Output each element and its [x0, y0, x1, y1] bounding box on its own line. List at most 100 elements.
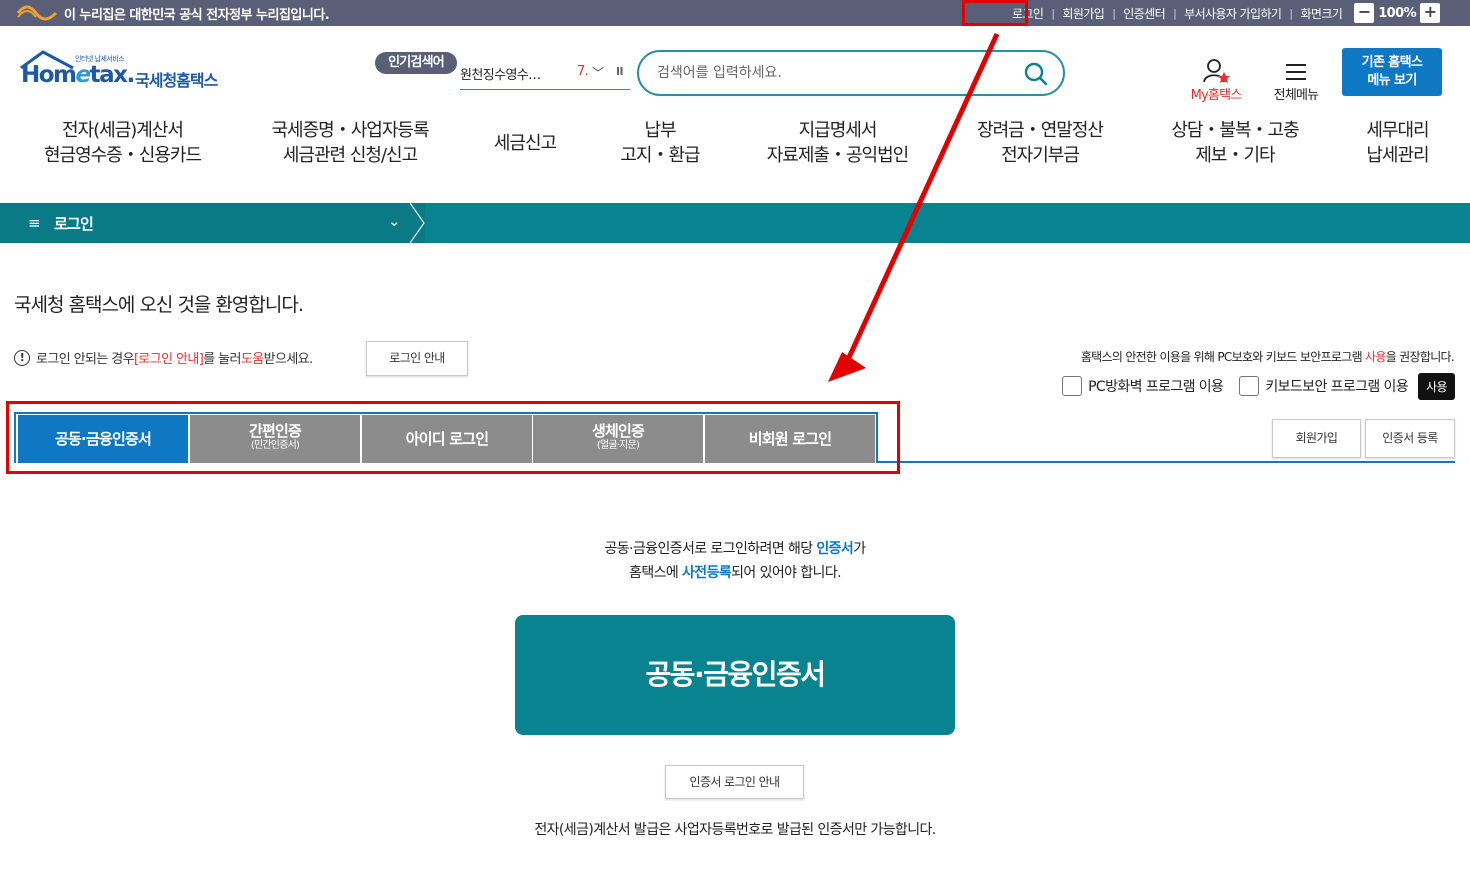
hamburger-icon: [1286, 64, 1306, 80]
notice-text-red: [로그인 안내]: [133, 352, 204, 367]
all-menu-button[interactable]: 전체메뉴: [1266, 58, 1326, 108]
breadcrumb-arrow: [410, 203, 425, 243]
keyboard-security-option[interactable]: 키보드보안 프로그램 이용: [1239, 376, 1409, 396]
logo-korean: 국세청홈택스: [135, 71, 218, 90]
logo-word-part: tax.: [89, 62, 136, 88]
notice-text: 를 눌러: [203, 352, 241, 367]
signup-link[interactable]: 회원가입: [1054, 5, 1112, 22]
nav-label: 국세증명・사업자등록: [271, 120, 429, 141]
nav-label: 현금영수증・신용카드: [43, 145, 202, 166]
user-icon: [1203, 59, 1230, 83]
nav-label: 지급명세서: [798, 120, 878, 141]
nav-label: 전자기부금: [1001, 145, 1080, 166]
nav-label: 상담・불복・고충: [1171, 120, 1299, 141]
security-text: 홈택스의 안전한 이용을 위해 PC보호와 키보드 보안프로그램: [1080, 350, 1366, 364]
popular-search-ticker[interactable]: 원천징수영수… 7. ﹀ II: [460, 60, 630, 90]
nav-incentives[interactable]: 장려금・연말정산전자기부금: [965, 118, 1115, 168]
site-header: 인터넷 납세서비스 Hometax. 국세청홈택스 인기검색어 원천징수영수… …: [0, 26, 1470, 203]
menu-icon: ≡: [28, 214, 41, 232]
gov-notice: 이 누리집은 대한민국 공식 전자정부 누리집입니다.: [64, 8, 330, 23]
pc-firewall-option[interactable]: PC방화벽 프로그램 이용: [1062, 376, 1224, 396]
breadcrumb-current: 로그인: [54, 215, 94, 233]
e-invoice-cert-note: 전자(세금)계산서 발급은 사업자등록번호로 발급된 인증서만 가능합니다.: [534, 822, 936, 838]
nav-label: 장려금・연말정산: [977, 120, 1104, 141]
screen-size-label: 화면크기: [1300, 6, 1343, 21]
nav-tax-return[interactable]: 세금신고: [480, 131, 570, 156]
desc-text-blue: 사전등록: [682, 565, 732, 581]
nav-payment[interactable]: 납부고지・환급: [610, 118, 710, 168]
annotation-highlight-tabs: [6, 401, 900, 474]
location-bar: ≡ 로그인 ⌄: [0, 203, 1470, 243]
welcome-heading: 국세청 홈택스에 오신 것을 환영합니다.: [14, 294, 304, 316]
search-box: [637, 50, 1065, 96]
nav-certificates[interactable]: 국세증명・사업자등록세금관련 신청/신고: [255, 118, 445, 168]
my-hometax-label: My홈택스: [1190, 88, 1243, 103]
main-nav: 전자(세금)계산서현금영수증・신용카드 국세증명・사업자등록세금관련 신청/신고…: [0, 118, 1470, 178]
zoom-out-button[interactable]: −: [1354, 3, 1375, 23]
nav-label: 고지・환급: [620, 145, 700, 166]
nav-label: 세무대리: [1366, 120, 1429, 141]
all-menu-label: 전체메뉴: [1273, 88, 1319, 103]
desc-text: 홈택스에: [629, 565, 683, 581]
cert-center-link[interactable]: 인증센터: [1115, 5, 1173, 22]
search-input[interactable]: [657, 62, 1017, 84]
cert-desc-line: 공동·금융인증서로 로그인하려면 해당 인증서가: [0, 537, 1470, 561]
pc-firewall-checkbox[interactable]: [1062, 376, 1083, 396]
popular-rank: 7.: [577, 64, 589, 79]
nav-label: 제보・기타: [1195, 145, 1275, 166]
security-text: 을 권장합니다.: [1385, 350, 1455, 364]
breadcrumb[interactable]: ≡ 로그인 ⌄: [0, 203, 425, 243]
notice-text-red: 도움: [240, 352, 264, 367]
legacy-menu-button[interactable]: 기존 홈택스 메뉴 보기: [1342, 48, 1442, 96]
desc-text: 공동·금융인증서로 로그인하려면 해당: [604, 541, 817, 557]
legacy-label-1: 기존 홈택스: [1361, 55, 1423, 70]
dept-user-signup-link[interactable]: 부서사용자 가입하기: [1176, 5, 1289, 22]
zoom-in-button[interactable]: +: [1420, 3, 1440, 23]
chevron-down-icon[interactable]: ﹀: [592, 64, 604, 81]
gov-topbar: 이 누리집은 대한민국 공식 전자정부 누리집입니다. 로그인 | 회원가입 |…: [0, 0, 1470, 26]
logo-word-e: e: [75, 62, 92, 88]
desc-text: 가: [853, 541, 866, 557]
cert-description: 공동·금융인증서로 로그인하려면 해당 인증서가 홈택스에 사전등록되어 있어야…: [0, 537, 1470, 585]
gov-emblem-icon: [16, 5, 58, 21]
security-notice: 홈택스의 안전한 이용을 위해 PC보호와 키보드 보안프로그램 사용을 권장합…: [1080, 348, 1455, 365]
chevron-down-icon[interactable]: ⌄: [388, 212, 401, 230]
signup-button[interactable]: 회원가입: [1272, 419, 1361, 458]
zoom-level: 100%: [1378, 5, 1416, 21]
security-options: PC방화벽 프로그램 이용 키보드보안 프로그램 이용 사용: [1062, 372, 1455, 400]
pause-icon[interactable]: II: [616, 65, 624, 78]
annotation-highlight-login: [962, 0, 1028, 26]
desc-text-blue: 인증서: [816, 541, 854, 557]
notice-text: 로그인 안되는 경우: [36, 352, 135, 367]
joint-cert-login-button[interactable]: 공동·금융인증서: [515, 615, 955, 735]
logo-wordmark: Hometax.: [21, 62, 136, 88]
util-links: 로그인 | 회원가입 | 인증센터 | 부서사용자 가입하기 | 화면크기 − …: [1004, 0, 1444, 26]
nav-label: 세금관련 신청/신고: [282, 145, 418, 166]
cert-login-guide-button[interactable]: 인증서 로그인 안내: [665, 765, 804, 799]
login-help-notice: ! 로그인 안되는 경우 [로그인 안내] 를 눌러 도움 받으세요.: [14, 348, 313, 367]
popular-keyword[interactable]: 원천징수영수…: [460, 64, 541, 83]
login-guide-button[interactable]: 로그인 안내: [366, 341, 468, 376]
nav-label: 전자(세금)계산서: [62, 120, 184, 141]
nav-e-invoice[interactable]: 전자(세금)계산서현금영수증・신용카드: [30, 118, 215, 168]
exclamation-icon: !: [14, 349, 30, 366]
security-text-red: 사용: [1365, 350, 1386, 364]
keyboard-security-label: 키보드보안 프로그램 이용: [1265, 379, 1409, 395]
search-icon[interactable]: [1023, 61, 1049, 87]
nav-label: 자료제출・공익법인: [766, 145, 909, 166]
cert-register-button[interactable]: 인증서 등록: [1365, 419, 1455, 458]
hometax-logo[interactable]: 인터넷 납세서비스 Hometax. 국세청홈택스: [17, 50, 232, 100]
nav-payment-statements[interactable]: 지급명세서자료제출・공익법인: [755, 118, 920, 168]
pc-firewall-label: PC방화벽 프로그램 이용: [1088, 379, 1224, 395]
nav-label: 세금신고: [493, 133, 557, 154]
my-hometax-button[interactable]: My홈택스: [1184, 58, 1248, 108]
nav-tax-agent[interactable]: 세무대리납세관리: [1355, 118, 1440, 168]
nav-label: 납세관리: [1366, 145, 1429, 166]
tab-underline: [877, 461, 1455, 463]
use-button[interactable]: 사용: [1418, 372, 1455, 400]
nav-consultation[interactable]: 상담・불복・고충제보・기타: [1160, 118, 1310, 168]
nav-label: 납부: [644, 120, 676, 141]
desc-text: 되어 있어야 합니다.: [731, 565, 841, 581]
legacy-label-2: 메뉴 보기: [1367, 73, 1417, 88]
keyboard-security-checkbox[interactable]: [1239, 376, 1260, 396]
